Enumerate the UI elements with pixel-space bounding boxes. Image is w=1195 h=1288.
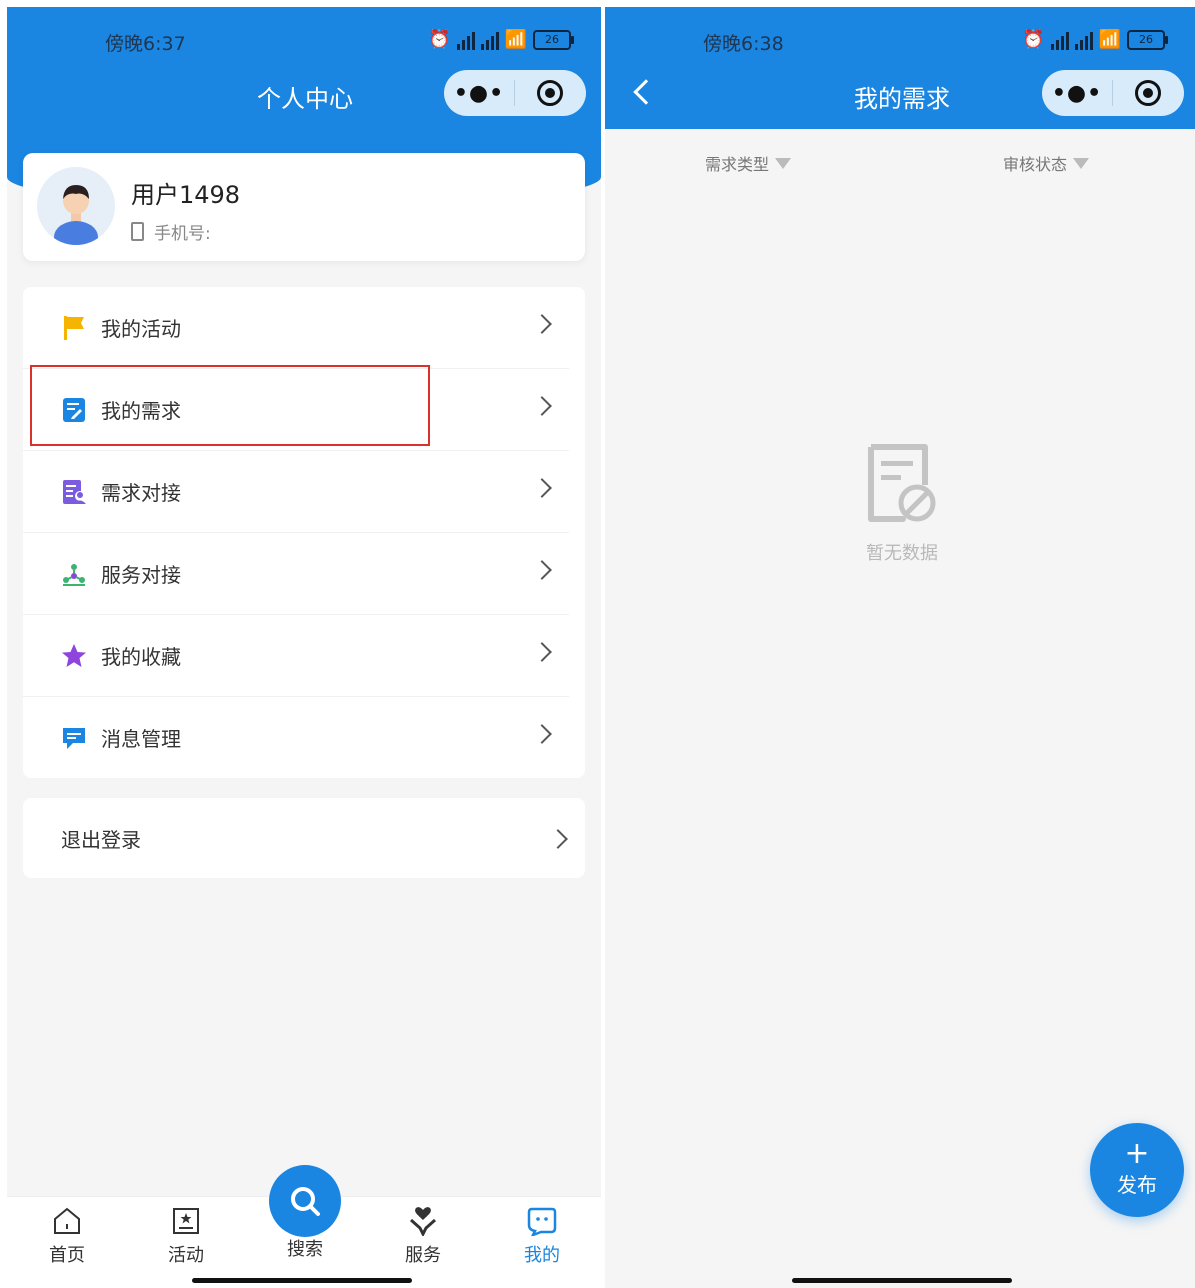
tab-label: 服务 bbox=[405, 1245, 441, 1266]
tab-label: 首页 bbox=[49, 1245, 85, 1266]
more-button[interactable]: •●• bbox=[444, 81, 514, 106]
mobile-phone-icon bbox=[131, 222, 144, 241]
mine-icon bbox=[502, 1205, 582, 1237]
requirement-doc-icon bbox=[61, 397, 87, 423]
menu-label: 消息管理 bbox=[101, 727, 181, 751]
status-time: 傍晚6:38 bbox=[703, 33, 784, 55]
chevron-right-icon bbox=[532, 560, 552, 580]
alarm-icon: ⏰ bbox=[1022, 29, 1045, 50]
user-name: 用户1498 bbox=[131, 181, 241, 209]
empty-state-text: 暂无数据 bbox=[866, 543, 938, 564]
home-icon bbox=[27, 1205, 107, 1237]
menu-item-my-activities[interactable]: 我的活动 bbox=[23, 287, 569, 369]
status-icons: ⏰ 📶 26 bbox=[1022, 29, 1168, 50]
filter-requirement-type[interactable]: 需求类型 bbox=[705, 151, 792, 175]
menu-item-my-favorites[interactable]: 我的收藏 bbox=[23, 615, 569, 697]
dropdown-triangle-icon bbox=[1073, 157, 1090, 169]
plus-icon: + bbox=[1124, 1136, 1150, 1171]
alarm-icon: ⏰ bbox=[428, 29, 451, 50]
service-network-icon bbox=[61, 561, 87, 587]
chevron-right-icon bbox=[532, 478, 552, 498]
wifi-icon: 📶 bbox=[1098, 29, 1121, 50]
tab-service[interactable]: 服务 bbox=[383, 1205, 463, 1267]
dropdown-triangle-icon bbox=[775, 157, 792, 169]
publish-label: 发布 bbox=[1117, 1173, 1157, 1197]
miniapp-capsule: •●• bbox=[1042, 70, 1184, 116]
avatar[interactable] bbox=[37, 167, 115, 245]
logout-button[interactable]: 退出登录 bbox=[23, 798, 585, 878]
phone-label: 手机号: bbox=[154, 224, 211, 244]
tab-label: 活动 bbox=[168, 1245, 204, 1266]
status-time: 傍晚6:37 bbox=[105, 33, 186, 55]
filter-label: 审核状态 bbox=[1003, 155, 1068, 174]
status-bar: 傍晚6:37 ⏰ 📶 26 bbox=[7, 7, 601, 67]
publish-button[interactable]: + 发布 bbox=[1090, 1123, 1184, 1217]
phone-row: 手机号: bbox=[131, 219, 211, 244]
filter-review-status[interactable]: 审核状态 bbox=[1003, 151, 1090, 175]
chevron-right-icon bbox=[532, 314, 552, 334]
target-icon bbox=[1135, 80, 1161, 106]
home-indicator bbox=[192, 1278, 412, 1283]
flag-icon bbox=[61, 315, 87, 341]
tab-search-label[interactable]: 搜索 bbox=[265, 1235, 345, 1261]
tab-activity[interactable]: 活动 bbox=[146, 1205, 226, 1267]
bottom-tab-bar: 首页 活动 搜索 服务 我的 bbox=[7, 1165, 601, 1288]
star-icon bbox=[61, 643, 87, 669]
logout-label: 退出登录 bbox=[61, 827, 141, 852]
activity-icon bbox=[146, 1205, 226, 1237]
menu-item-requirement-docking[interactable]: 需求对接 bbox=[23, 451, 569, 533]
wifi-icon: 📶 bbox=[504, 29, 527, 50]
menu-item-service-docking[interactable]: 服务对接 bbox=[23, 533, 569, 615]
battery-icon: 26 bbox=[1127, 29, 1168, 50]
target-icon bbox=[537, 80, 563, 106]
profile-card[interactable]: 用户1498 手机号: bbox=[23, 153, 585, 261]
menu-item-my-requirements[interactable]: 我的需求 bbox=[23, 369, 569, 451]
signal-icon-2 bbox=[1074, 30, 1093, 50]
tab-label: 我的 bbox=[524, 1245, 560, 1266]
chevron-right-icon bbox=[532, 642, 552, 662]
signal-icon bbox=[456, 30, 475, 50]
menu-list: 我的活动 我的需求 需求对接 服务对接 我的收藏 消息管理 bbox=[23, 287, 585, 778]
filter-bar: 需求类型 审核状态 bbox=[605, 129, 1195, 191]
profile-screen: 傍晚6:37 ⏰ 📶 26 个人中心 •●• 用户1498 手机号: 我的活动 … bbox=[7, 7, 601, 1288]
close-miniapp-button[interactable] bbox=[1113, 80, 1183, 106]
no-data-icon bbox=[863, 443, 939, 529]
chevron-right-icon bbox=[532, 724, 552, 744]
search-icon bbox=[291, 1187, 320, 1216]
signal-icon-2 bbox=[480, 30, 499, 50]
tab-home[interactable]: 首页 bbox=[27, 1205, 107, 1267]
chevron-right-icon bbox=[548, 829, 568, 849]
chevron-right-icon bbox=[532, 396, 552, 416]
menu-label: 需求对接 bbox=[101, 481, 181, 505]
close-miniapp-button[interactable] bbox=[515, 80, 585, 106]
status-icons: ⏰ 📶 26 bbox=[428, 29, 574, 50]
more-button[interactable]: •●• bbox=[1042, 81, 1112, 106]
status-bar: 傍晚6:38 ⏰ 📶 26 bbox=[605, 7, 1195, 67]
menu-label: 我的收藏 bbox=[101, 645, 181, 669]
page-title: 我的需求 bbox=[854, 85, 950, 113]
page-title: 个人中心 bbox=[257, 85, 353, 113]
message-icon bbox=[61, 725, 87, 751]
menu-label: 我的需求 bbox=[101, 399, 181, 423]
service-heart-hand-icon bbox=[383, 1205, 463, 1237]
signal-icon bbox=[1050, 30, 1069, 50]
miniapp-capsule: •●• bbox=[444, 70, 586, 116]
tab-mine[interactable]: 我的 bbox=[502, 1205, 582, 1267]
search-button[interactable] bbox=[269, 1165, 341, 1237]
filter-label: 需求类型 bbox=[705, 155, 770, 174]
menu-label: 服务对接 bbox=[101, 563, 181, 587]
user-avatar-icon bbox=[54, 185, 98, 245]
menu-label: 我的活动 bbox=[101, 317, 181, 341]
battery-icon: 26 bbox=[533, 29, 574, 50]
home-indicator bbox=[792, 1278, 1012, 1283]
my-requirements-screen: 傍晚6:38 ⏰ 📶 26 我的需求 •●• 需求类型 审核状态 暂无数据 + … bbox=[605, 7, 1195, 1288]
docking-icon bbox=[61, 479, 87, 505]
menu-item-message-management[interactable]: 消息管理 bbox=[23, 697, 569, 778]
